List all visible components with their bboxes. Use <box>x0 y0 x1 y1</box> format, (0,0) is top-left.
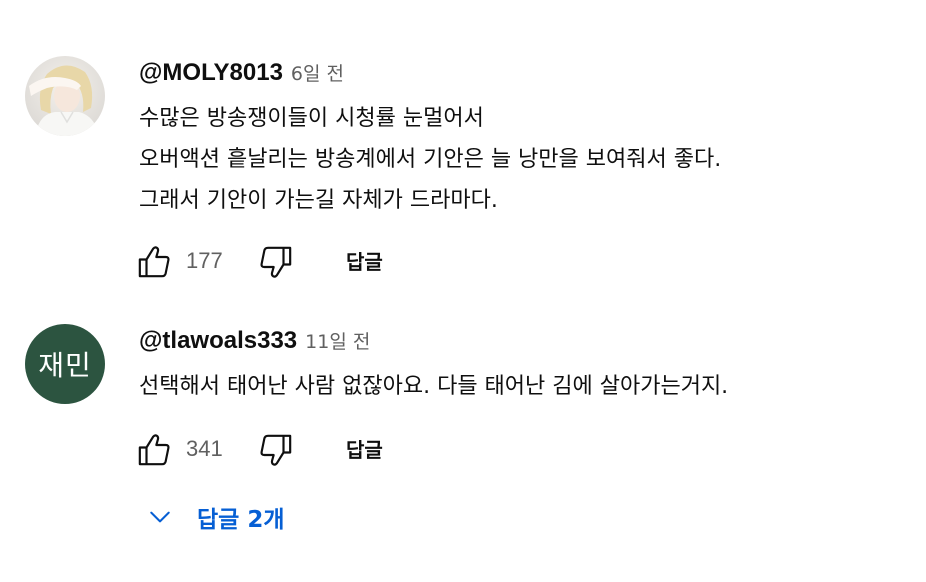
reply-button[interactable]: 답글 <box>346 246 383 275</box>
thumbs-up-icon[interactable] <box>134 430 174 470</box>
comment-header: @MOLY8013 6일 전 <box>139 59 344 89</box>
chevron-down-icon <box>150 511 170 523</box>
comment-header: @tlawoals333 11일 전 <box>139 327 370 357</box>
like-count: 177 <box>186 248 223 273</box>
reply-button[interactable]: 답글 <box>346 434 383 463</box>
comment-line: 수많은 방송쟁이들이 시청률 눈멀어서 <box>139 106 484 131</box>
avatar-photo <box>25 56 105 136</box>
comment-line: 선택해서 태어난 사람 없잖아요. 다들 태어난 김에 살아가는거지. <box>139 374 729 399</box>
timestamp[interactable]: 11일 전 <box>305 327 370 354</box>
timestamp[interactable]: 6일 전 <box>291 59 344 86</box>
author-name[interactable]: @tlawoals333 <box>139 327 297 355</box>
view-replies-button[interactable]: 답글 2개 <box>145 499 285 535</box>
replies-count-label: 답글 2개 <box>197 507 285 533</box>
like-count: 341 <box>186 436 223 461</box>
avatar-initials: 재민 <box>38 349 92 382</box>
comment-thread-1: @MOLY8013 6일 전 수많은 방송쟁이들이 시청률 눈멀어서 오버액션 … <box>0 0 926 300</box>
thumbs-down-icon[interactable] <box>256 242 296 282</box>
comment-actions: 341 답글 <box>134 428 434 468</box>
comment-thread-2: 재민 @tlawoals333 11일 전 선택해서 태어난 사람 없잖아요. … <box>0 300 926 582</box>
comment-text: 수많은 방송쟁이들이 시청률 눈멀어서 오버액션 흩날리는 방송계에서 기안은 … <box>139 98 721 221</box>
author-name[interactable]: @MOLY8013 <box>139 59 283 87</box>
avatar[interactable]: 재민 <box>25 324 105 404</box>
comment-text: 선택해서 태어난 사람 없잖아요. 다들 태어난 김에 살아가는거지. <box>139 366 728 407</box>
comment-actions: 177 답글 <box>134 240 434 280</box>
thumbs-up-icon[interactable] <box>134 242 174 282</box>
avatar[interactable] <box>25 56 105 136</box>
comment-line: 그래서 기안이 가는길 자체가 드라마다. <box>139 188 498 213</box>
thumbs-down-icon[interactable] <box>256 430 296 470</box>
comment-line: 오버액션 흩날리는 방송계에서 기안은 늘 낭만을 보여줘서 좋다. <box>139 147 722 172</box>
